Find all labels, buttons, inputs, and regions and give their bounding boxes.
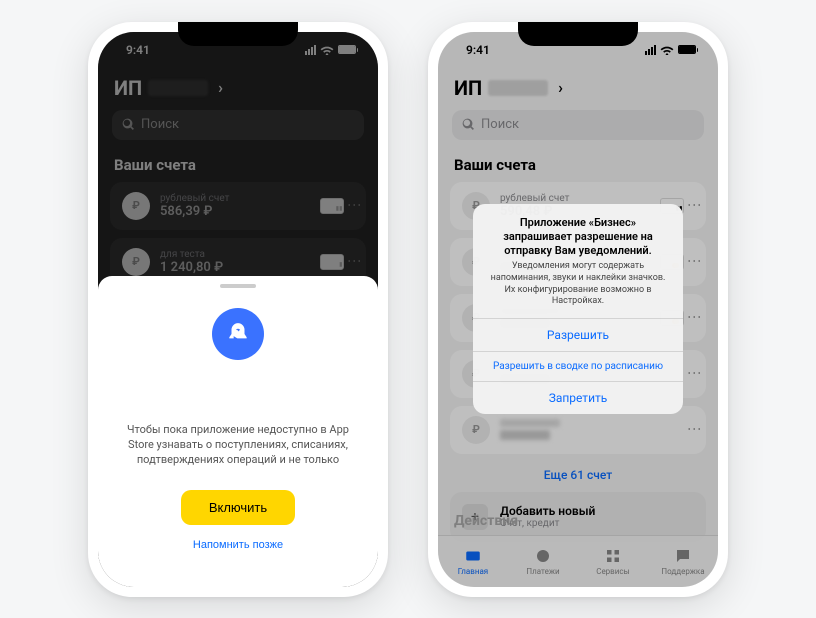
remind-later-link[interactable]: Напомнить позже	[193, 539, 283, 551]
alert-backdrop[interactable]: Приложение «Бизнес» запрашивает разрешен…	[438, 32, 718, 587]
alert-schedule-button[interactable]: Разрешить в сводке по расписанию	[473, 351, 683, 381]
signal-icon	[645, 45, 656, 55]
device-notch	[518, 22, 638, 46]
screen-left: 9:41 ИП › Поиск Ваши счета ₽ рублевый сч…	[98, 32, 378, 587]
enable-button[interactable]: Включить	[181, 490, 295, 525]
phone-mockup-left: 9:41 ИП › Поиск Ваши счета ₽ рублевый сч…	[88, 22, 388, 597]
push-sheet: Включите пуш-уведомления Чтобы пока прил…	[98, 276, 378, 587]
alert-title: Приложение «Бизнес» запрашивает разрешен…	[473, 204, 683, 261]
bell-icon	[212, 308, 264, 360]
sheet-handle[interactable]	[220, 284, 256, 288]
alert-deny-button[interactable]: Запретить	[473, 381, 683, 414]
status-icons	[645, 45, 696, 55]
device-notch	[178, 22, 298, 46]
alert-allow-button[interactable]: Разрешить	[473, 318, 683, 351]
sheet-title: Включите пуш-уведомления	[136, 394, 340, 412]
alert-message: Уведомления могут содержать напоминания,…	[473, 261, 683, 318]
permission-alert: Приложение «Бизнес» запрашивает разрешен…	[473, 204, 683, 414]
wifi-icon	[660, 45, 674, 55]
sheet-body: Чтобы пока приложение недоступно в App S…	[120, 422, 356, 468]
screen-right: 9:41 ИП › Поиск Ваши счета ₽ рублевый сч…	[438, 32, 718, 587]
battery-icon	[678, 45, 696, 54]
status-time: 9:41	[466, 43, 490, 57]
phone-mockup-right: 9:41 ИП › Поиск Ваши счета ₽ рублевый сч…	[428, 22, 728, 597]
